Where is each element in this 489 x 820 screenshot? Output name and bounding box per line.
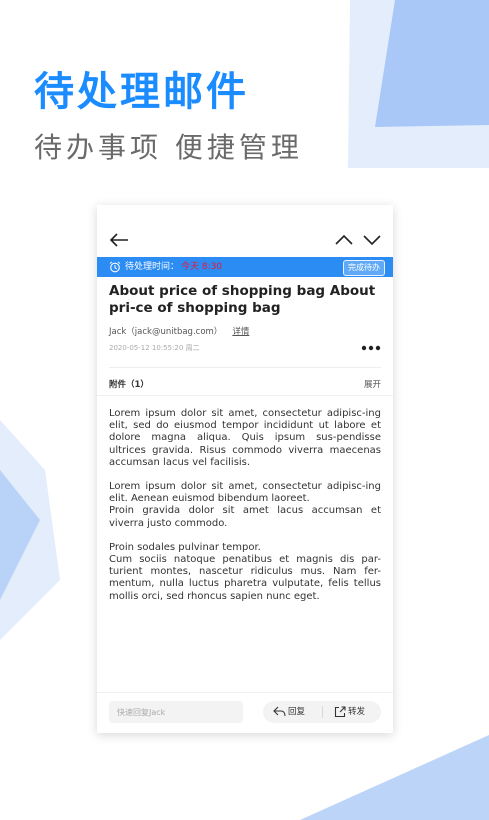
- attachments-label[interactable]: 附件（1）: [109, 378, 149, 390]
- email-body: Lorem ipsum dolor sit amet, consectetur …: [109, 408, 381, 615]
- expand-button[interactable]: 展开: [364, 378, 381, 390]
- body-paragraph: Proin gravida dolor sit amet lacus accum…: [109, 505, 381, 529]
- body-paragraph: Lorem ipsum dolor sit amet, consectetur …: [109, 481, 381, 505]
- body-paragraph: Proin sodales pulvinar tempor.: [109, 541, 261, 553]
- hero-title: 待处理邮件: [34, 69, 249, 115]
- sender-line: Jack（jack@unitbag.com） 详情: [109, 325, 249, 337]
- forward-button[interactable]: 转发: [334, 701, 365, 723]
- top-right-mid-shape: [375, 0, 489, 127]
- forward-icon: [334, 705, 346, 717]
- hero-subtitle: 待办事项 便捷管理: [34, 131, 303, 164]
- reply-button[interactable]: 回复: [273, 701, 305, 723]
- pending-time-label: 待处理时间：: [125, 262, 180, 272]
- complete-todo-button[interactable]: 完成待办: [343, 260, 385, 276]
- email-subject: About price of shopping bag About pri-ce…: [109, 283, 376, 316]
- more-options-icon[interactable]: [361, 345, 381, 351]
- bottom-action-bar: 回复 转发: [97, 692, 393, 733]
- pending-time-banner: 待处理时间： 今天 8:30 完成待办: [97, 257, 393, 277]
- sender-address: Jack（jack@unitbag.com）: [109, 327, 223, 337]
- chevron-down-icon[interactable]: [363, 234, 381, 246]
- forward-label: 转发: [348, 707, 366, 717]
- chevron-up-icon[interactable]: [335, 234, 353, 246]
- body-paragraph: Lorem ipsum dolor sit amet, consectetur …: [109, 408, 381, 468]
- action-pill: 回复 转发: [263, 701, 381, 723]
- bottom-right-shape: [300, 735, 489, 820]
- nav-bar: [97, 227, 393, 253]
- pending-time-value: 今天 8:30: [181, 262, 223, 272]
- arrow-left-icon[interactable]: [109, 232, 129, 248]
- email-datetime: 2020-05-12 10:55:20 周二: [109, 344, 200, 352]
- divider: [97, 395, 393, 396]
- alarm-clock-icon: [109, 261, 121, 273]
- details-link[interactable]: 详情: [232, 327, 249, 337]
- phone-mockup: 待处理时间： 今天 8:30 完成待办 About price of shopp…: [97, 205, 393, 733]
- reply-label: 回复: [288, 707, 306, 717]
- reply-icon: [273, 706, 286, 717]
- body-paragraph: Cum sociis natoque penatibus et magnis d…: [109, 554, 381, 602]
- quick-reply-input[interactable]: [109, 701, 243, 723]
- divider: [109, 367, 381, 368]
- divider: [322, 706, 323, 718]
